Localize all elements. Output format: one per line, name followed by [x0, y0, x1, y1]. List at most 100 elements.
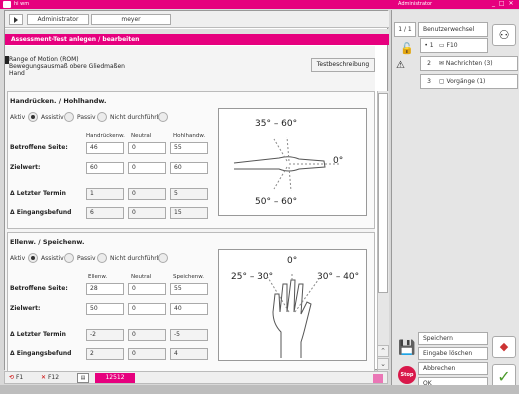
- target-value-field[interactable]: 60: [86, 162, 124, 174]
- affected-side-field[interactable]: 55: [170, 142, 208, 154]
- status-field: 12512: [95, 373, 135, 383]
- mode-passiv-label: Passiv: [77, 114, 96, 121]
- target-value-field[interactable]: 50: [86, 303, 124, 315]
- tab-1[interactable]: • 1 ▭ F10: [420, 38, 488, 53]
- folder-icon: ▢: [438, 78, 445, 85]
- title-bar: hi wm Administrator _ □ ✕: [0, 0, 519, 9]
- affected-side-field[interactable]: 28: [86, 283, 124, 295]
- mode-nicht-radio[interactable]: [158, 253, 168, 263]
- mode-passiv-radio[interactable]: [97, 112, 107, 122]
- right-panel: 1 / 1 Benutzerwechsel ⚇ 🔓 • 1 ▭ F10 ⚠ 2 …: [391, 10, 519, 394]
- column-header: Neutral: [131, 274, 152, 280]
- eraser-icon[interactable]: ◆: [492, 336, 516, 358]
- affected-side-field[interactable]: 0: [128, 283, 166, 295]
- row-label: Δ Letzter Termin: [10, 331, 66, 338]
- delta-last-field: -5: [170, 329, 208, 341]
- row-label: Δ Eingangsbefund: [10, 209, 72, 216]
- scroll-thumb[interactable]: [378, 93, 388, 293]
- column-header: Neutral: [131, 133, 152, 139]
- affected-side-field[interactable]: 55: [170, 283, 208, 295]
- column-header: Speichenw.: [173, 274, 205, 280]
- row-label: Δ Letzter Termin: [10, 190, 66, 197]
- tab-num: 2: [427, 60, 431, 67]
- hand-side-icon: [233, 136, 339, 192]
- toolbar: Administrator meyer: [5, 11, 389, 28]
- row-label: Δ Eingangsbefund: [10, 350, 72, 357]
- mode-assistiv-radio[interactable]: [64, 112, 74, 122]
- main-window: Administrator meyer Assessment-Test anle…: [4, 10, 389, 372]
- menu-arrow-button[interactable]: [9, 14, 23, 25]
- user-name-field[interactable]: meyer: [91, 14, 171, 25]
- target-value-field[interactable]: 60: [170, 162, 208, 174]
- lock-icon[interactable]: 🔓: [400, 42, 414, 55]
- delta-initial-field: 2: [86, 348, 124, 360]
- status-indicator: [373, 374, 383, 383]
- mode-aktiv-radio[interactable]: [28, 112, 38, 122]
- mode-assistiv-label: Assistiv: [41, 114, 64, 121]
- warning-icon: ⚠: [396, 60, 405, 71]
- scroll-down-button[interactable]: ⌄: [377, 358, 389, 370]
- delta-initial-field: 0: [128, 348, 166, 360]
- tab-num: 3: [427, 78, 431, 85]
- clear-input-button[interactable]: Eingabe löschen: [418, 347, 488, 360]
- angle-label-top: 0°: [287, 256, 298, 266]
- mode-nicht-radio[interactable]: [158, 112, 168, 122]
- record-marker: [5, 56, 9, 64]
- column-header: Hohlhandw.: [173, 133, 206, 139]
- page-indicator: 1 / 1: [394, 22, 416, 37]
- message-icon: ✉: [438, 60, 444, 67]
- angle-label-bottom: 50° – 60°: [255, 197, 298, 207]
- refresh-icon: ⟲: [9, 374, 15, 381]
- stop-icon[interactable]: Stop: [398, 366, 416, 384]
- save-button[interactable]: Speichern: [418, 332, 488, 345]
- f1-label: F1: [15, 374, 24, 381]
- delta-last-field: 1: [86, 188, 124, 200]
- wrist-flexion-illustration: 35° – 60° 0° 50° – 60°: [218, 108, 367, 216]
- calendar-icon[interactable]: ▤: [77, 373, 89, 383]
- row-label: Betroffene Seite:: [10, 144, 68, 151]
- f1-button[interactable]: ⟲ F1: [9, 373, 39, 383]
- status-bar: ⟲ F1 ✕ F12 ▤ 12512: [4, 371, 388, 384]
- hand-front-icon: [266, 272, 322, 358]
- cancel-button[interactable]: Abbrechen: [418, 362, 488, 375]
- window-controls[interactable]: _ □ ✕: [492, 0, 515, 7]
- test-header-info: Range of Motion (ROM) Bewegungsausmaß ob…: [9, 56, 125, 77]
- delta-initial-field: 15: [170, 207, 208, 219]
- header-line-3: Hand: [9, 70, 25, 77]
- right-window-title: Administrator: [398, 1, 433, 7]
- user-role-field[interactable]: Administrator: [27, 14, 89, 25]
- section2-title: Ellenw. / Speichenw.: [10, 238, 85, 246]
- mode-passiv-radio[interactable]: [97, 253, 107, 263]
- section1-title: Handrücken. / Hohlhandw.: [10, 97, 107, 105]
- section-wrist-extension-flexion: Handrücken. / Hohlhandw. Aktiv Assistiv …: [7, 91, 375, 229]
- affected-side-field[interactable]: 0: [128, 142, 166, 154]
- target-value-field[interactable]: 0: [128, 303, 166, 315]
- mode-aktiv-radio[interactable]: [28, 253, 38, 263]
- wrist-deviation-illustration: 0° 25° – 30° 30° – 40°: [218, 249, 367, 361]
- delta-last-field: 0: [128, 329, 166, 341]
- page-title: Assessment-Test anlegen / bearbeiten: [5, 34, 389, 45]
- target-value-field[interactable]: 40: [170, 303, 208, 315]
- tab-num: • 1: [424, 42, 434, 49]
- test-description-button[interactable]: Testbeschreibung: [311, 58, 375, 72]
- angle-label-top: 35° – 60°: [255, 119, 298, 129]
- tab-label: F10: [446, 42, 458, 49]
- delta-last-field: 5: [170, 188, 208, 200]
- user-switch-button[interactable]: Benutzerwechsel: [418, 22, 488, 37]
- save-icon[interactable]: 💾: [398, 340, 415, 356]
- section-ulnar-radial-deviation: Ellenw. / Speichenw. Aktiv Assistiv Pass…: [7, 232, 375, 372]
- scroll-up-button[interactable]: ⌃: [377, 345, 389, 357]
- play-icon: [14, 17, 18, 23]
- user-switch-icon[interactable]: ⚇: [492, 24, 516, 46]
- header-line-1: Range of Motion (ROM): [9, 56, 79, 63]
- column-header: Ellenw.: [88, 274, 108, 280]
- delta-last-field: -2: [86, 329, 124, 341]
- target-value-field[interactable]: 0: [128, 162, 166, 174]
- window-title: hi wm: [14, 1, 30, 7]
- affected-side-field[interactable]: 46: [86, 142, 124, 154]
- f12-button[interactable]: ✕ F12: [41, 373, 73, 383]
- tab-3[interactable]: 3 ▢ Vorgänge (1): [420, 74, 518, 89]
- mode-assistiv-radio[interactable]: [64, 253, 74, 263]
- tab-2[interactable]: 2 ✉ Nachrichten (3): [420, 56, 518, 71]
- tab-label: Vorgänge (1): [446, 78, 486, 85]
